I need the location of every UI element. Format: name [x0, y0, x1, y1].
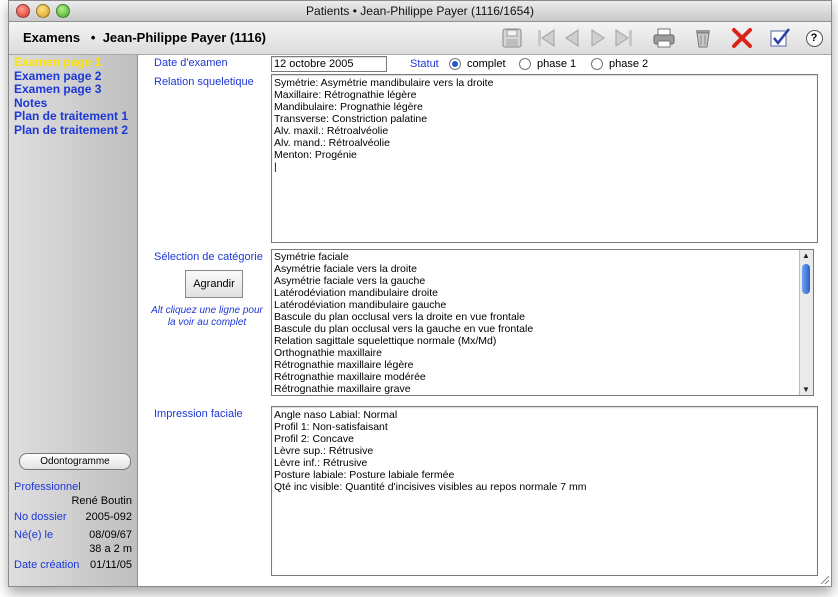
- list-item[interactable]: Relation sagittale squelettique normale …: [272, 335, 813, 347]
- minimize-window-button[interactable]: [36, 4, 50, 18]
- birthdate-label: Né(e) le: [14, 529, 54, 541]
- trash-icon[interactable]: [691, 26, 715, 50]
- first-record-icon[interactable]: [534, 26, 558, 50]
- statut-label: Statut: [410, 58, 439, 70]
- date-label: Date d'examen: [154, 57, 228, 69]
- window-controls: [16, 4, 76, 24]
- app-window: Patients • Jean-Philippe Payer (1116/165…: [8, 0, 832, 587]
- list-item[interactable]: Latérodéviation mandibulaire droite: [272, 287, 813, 299]
- list-item[interactable]: Orthognathie maxillaire: [272, 347, 813, 359]
- date-field[interactable]: 12 octobre 2005: [271, 56, 387, 72]
- list-item[interactable]: Rétrognathie maxillaire grave: [272, 383, 813, 395]
- birthdate-row: Né(e) le 08/09/67: [14, 529, 132, 541]
- radio-icon: [519, 58, 531, 70]
- sidebar-item-plan-traitement-2[interactable]: Plan de traitement 2: [9, 123, 137, 138]
- professionnel-label: Professionnel: [14, 481, 81, 493]
- zoom-window-button[interactable]: [56, 4, 70, 18]
- close-window-button[interactable]: [16, 4, 30, 18]
- radio-selected-icon: [449, 58, 461, 70]
- print-icon[interactable]: [652, 26, 676, 50]
- creation-row: Date création 01/11/05: [14, 559, 132, 571]
- list-item[interactable]: Rétrognathie maxillaire modérée: [272, 371, 813, 383]
- impression-label: Impression faciale: [154, 408, 243, 420]
- list-item[interactable]: Asymétrie faciale vers la gauche: [272, 275, 813, 287]
- help-icon[interactable]: ?: [802, 26, 826, 50]
- impression-textarea[interactable]: Angle naso Labial: Normal Profil 1: Non-…: [271, 406, 818, 576]
- cancel-icon[interactable]: [730, 26, 754, 50]
- record-header: Examens • Jean-Philippe Payer (1116): [23, 30, 267, 45]
- list-item[interactable]: Symétrie faciale: [272, 251, 813, 263]
- odontogramme-button[interactable]: Odontogramme: [19, 453, 131, 470]
- professionnel-value: René Boutin: [71, 495, 132, 507]
- age-value: 38 a 2 m: [89, 543, 132, 555]
- categorie-label: Sélection de catégorie: [154, 251, 263, 263]
- creation-value: 01/11/05: [89, 559, 132, 571]
- relation-textarea[interactable]: Symétrie: Asymétrie mandibulaire vers la…: [271, 74, 818, 243]
- creation-label: Date création: [14, 559, 80, 571]
- resize-grip-icon[interactable]: [819, 574, 829, 584]
- last-record-icon[interactable]: [612, 26, 636, 50]
- relation-label: Relation squeletique: [154, 76, 254, 88]
- dossier-value: 2005-092: [85, 511, 133, 523]
- window-title: Patients • Jean-Philippe Payer (1116/165…: [306, 4, 534, 18]
- list-item[interactable]: Rétrognathie maxillaire légère: [272, 359, 813, 371]
- sidebar: Examen page 1 Examen page 2 Examen page …: [9, 55, 138, 586]
- save-icon[interactable]: [500, 26, 524, 50]
- dossier-row: No dossier 2005-092: [14, 511, 132, 523]
- sidebar-item-plan-traitement-1[interactable]: Plan de traitement 1: [9, 109, 137, 124]
- sidebar-item-notes[interactable]: Notes: [9, 96, 137, 111]
- category-scrollbar[interactable]: ▲ ▼: [799, 250, 813, 395]
- alt-click-hint: Alt cliquez une ligne pour la voir au co…: [151, 305, 263, 328]
- statut-radio-phase-1[interactable]: phase 1: [519, 58, 576, 70]
- next-record-icon[interactable]: [586, 26, 610, 50]
- sidebar-item-examen-page-1[interactable]: Examen page 1: [9, 55, 137, 70]
- list-item[interactable]: Bascule du plan occlusal vers la gauche …: [272, 323, 813, 335]
- scroll-up-icon[interactable]: ▲: [802, 251, 810, 260]
- sidebar-item-examen-page-3[interactable]: Examen page 3: [9, 82, 137, 97]
- previous-record-icon[interactable]: [560, 26, 584, 50]
- radio-icon: [591, 58, 603, 70]
- agrandir-button[interactable]: Agrandir: [185, 270, 243, 298]
- category-list[interactable]: Symétrie faciale Asymétrie faciale vers l…: [271, 249, 814, 396]
- list-item[interactable]: Asymétrie faciale vers la droite: [272, 263, 813, 275]
- statut-radio-phase-2[interactable]: phase 2: [591, 58, 648, 70]
- title-bar: Patients • Jean-Philippe Payer (1116/165…: [9, 1, 831, 22]
- birthdate-value: 08/09/67: [89, 529, 132, 541]
- scroll-down-icon[interactable]: ▼: [802, 385, 810, 394]
- list-item[interactable]: Bascule du plan occlusal vers la droite …: [272, 311, 813, 323]
- scroll-thumb[interactable]: [802, 264, 810, 294]
- sidebar-item-examen-page-2[interactable]: Examen page 2: [9, 69, 137, 84]
- validate-icon[interactable]: [768, 26, 792, 50]
- toolbar: Examens • Jean-Philippe Payer (1116) ?: [9, 22, 831, 55]
- statut-radio-complet[interactable]: complet: [449, 58, 506, 70]
- list-item[interactable]: Latérodéviation mandibulaire gauche: [272, 299, 813, 311]
- dossier-label: No dossier: [14, 511, 67, 523]
- exam-form: Date d'examen 12 octobre 2005 Statut com…: [145, 55, 831, 586]
